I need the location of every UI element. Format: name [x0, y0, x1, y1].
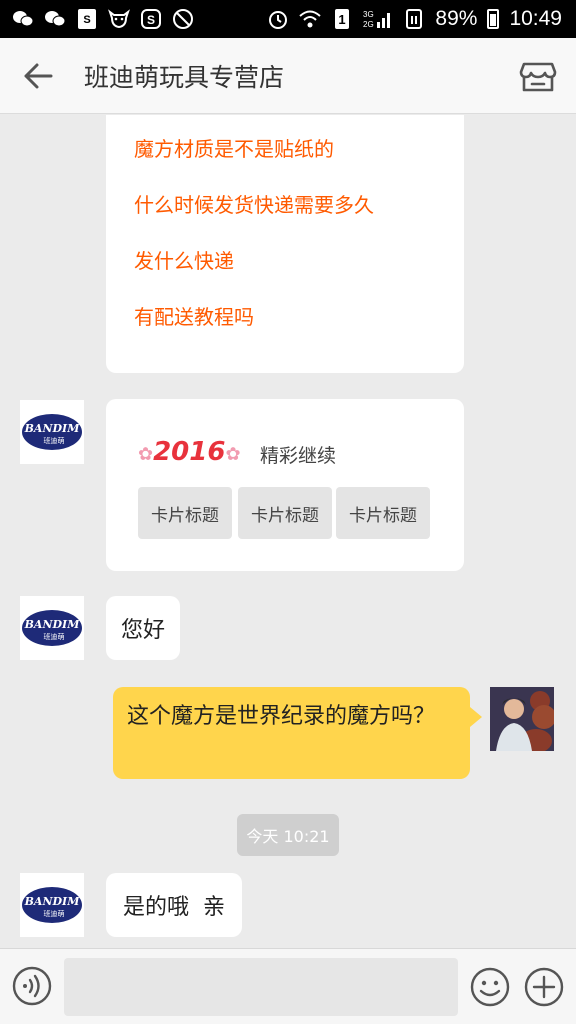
sync-icon: S	[140, 8, 162, 30]
emoji-button[interactable]	[469, 966, 511, 1008]
svg-text:班迪萌: 班迪萌	[44, 632, 65, 641]
more-button[interactable]	[523, 966, 565, 1008]
promo-card-bubble[interactable]: ✿2016✿ 精彩继续 卡片标题 卡片标题 卡片标题	[106, 399, 464, 571]
store-icon	[519, 62, 557, 92]
status-left-icons: S S	[12, 8, 194, 30]
svg-text:BANDIM: BANDIM	[24, 422, 81, 435]
no-sim-icon	[403, 8, 425, 30]
svg-text:BANDIM: BANDIM	[24, 618, 81, 631]
shop-avatar[interactable]: BANDIM 班迪萌	[20, 873, 84, 937]
page-title: 班迪萌玩具专营店	[84, 62, 285, 92]
faq-bubble: 魔方材质是不是贴纸的 什么时候发货快递需要多久 发什么快递 有配送教程吗	[106, 115, 464, 373]
shop-avatar[interactable]: BANDIM 班迪萌	[20, 400, 84, 464]
battery-percent: 89%	[435, 7, 478, 30]
input-bar	[0, 948, 576, 1024]
svg-text:班迪萌: 班迪萌	[44, 909, 65, 918]
sim-card-icon: 1	[331, 8, 353, 30]
faq-item[interactable]: 什么时候发货快递需要多久	[134, 189, 374, 218]
card-year: ✿2016✿	[138, 437, 241, 467]
bandim-logo-icon: BANDIM 班迪萌	[22, 610, 82, 646]
wechat-icon	[12, 8, 34, 30]
reply-bubble: 是的哦 亲	[106, 873, 242, 937]
card-tag[interactable]: 卡片标题	[138, 487, 232, 539]
card-tag[interactable]: 卡片标题	[336, 487, 430, 539]
back-button[interactable]	[0, 38, 76, 114]
svg-text:班迪萌: 班迪萌	[44, 436, 65, 445]
message-input[interactable]	[64, 958, 458, 1016]
cow-icon	[108, 8, 130, 30]
wechat-icon-2	[44, 8, 66, 30]
voice-button[interactable]	[12, 966, 52, 1006]
smiley-icon	[470, 967, 510, 1007]
faq-item[interactable]: 发什么快递	[134, 245, 234, 274]
svg-text:1: 1	[339, 12, 346, 27]
battery-icon	[487, 9, 500, 29]
store-button[interactable]	[518, 56, 558, 96]
svg-text:2G: 2G	[363, 20, 374, 29]
status-right-icons: 1 3G 2G 89% 10:49	[267, 7, 562, 31]
faq-item[interactable]: 魔方材质是不是贴纸的	[134, 133, 334, 162]
svg-text:S: S	[83, 14, 90, 26]
svg-text:S: S	[147, 13, 155, 27]
bandim-logo-icon: BANDIM 班迪萌	[22, 887, 82, 923]
sim-notification-icon: S	[76, 8, 98, 30]
user-photo-icon	[490, 687, 554, 751]
status-bar: S S 1 3G 2G 89% 10:49	[0, 0, 576, 38]
svg-text:BANDIM: BANDIM	[24, 895, 81, 908]
clock: 10:49	[509, 7, 562, 30]
arrow-left-icon	[24, 63, 53, 88]
card-subtitle: 精彩继续	[260, 445, 337, 467]
bandim-logo-icon: BANDIM 班迪萌	[22, 414, 82, 450]
user-message-bubble: 这个魔方是世界纪录的魔方吗？	[113, 687, 482, 779]
signal-3g-2g-icon: 3G 2G	[363, 8, 393, 30]
plus-icon	[524, 967, 564, 1007]
svg-text:3G: 3G	[363, 10, 374, 19]
card-tag[interactable]: 卡片标题	[238, 487, 332, 539]
user-avatar[interactable]	[490, 687, 554, 751]
blocked-icon	[172, 8, 194, 30]
shop-avatar[interactable]: BANDIM 班迪萌	[20, 596, 84, 660]
voice-icon	[12, 966, 52, 1006]
chat-area[interactable]: 魔方材质是不是贴纸的 什么时候发货快递需要多久 发什么快递 有配送教程吗 BAN…	[0, 115, 576, 948]
chat-header: 班迪萌玩具专营店	[0, 38, 576, 114]
faq-item[interactable]: 有配送教程吗	[134, 301, 254, 330]
alarm-icon	[267, 8, 289, 30]
timestamp: 今天 10:21	[237, 814, 339, 856]
greeting-bubble: 您好	[106, 596, 180, 660]
wifi-icon	[299, 8, 322, 30]
